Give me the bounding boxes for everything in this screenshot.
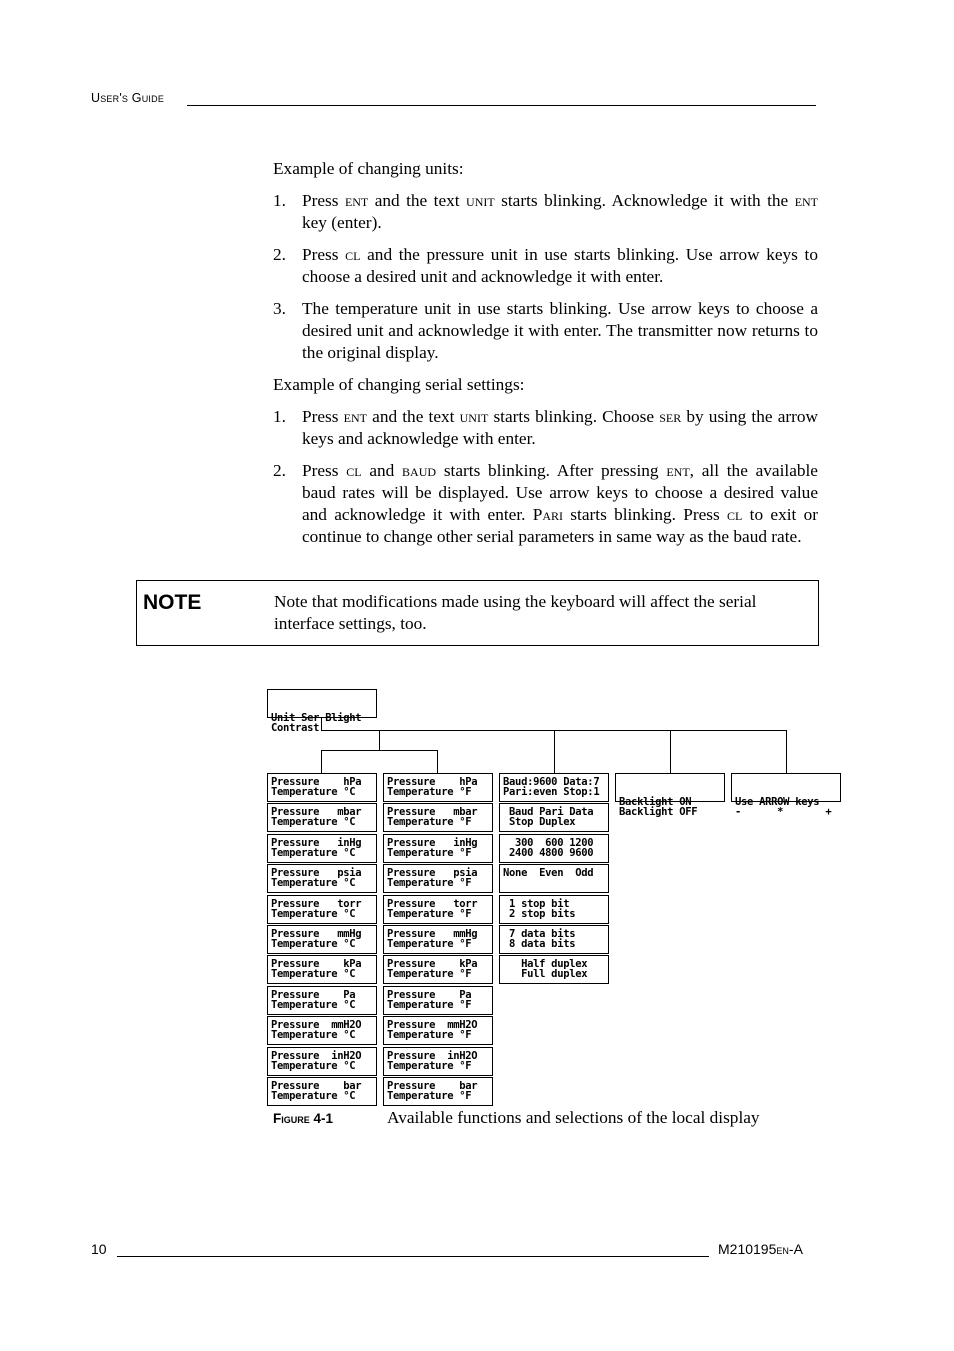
figure-caption-text: Available functions and selections of th…	[387, 1108, 760, 1127]
step-number: 2.	[273, 245, 286, 264]
figure-caption-label: Figure 4-1	[273, 1111, 334, 1126]
lcd-unit-fahrenheit: Pressure mmHg Temperature °F	[383, 925, 493, 954]
key-unit: UNIT	[459, 407, 489, 426]
key-ent: ENT	[343, 407, 367, 426]
lcd-unit-fahrenheit: Pressure hPa Temperature °F	[383, 773, 493, 802]
note-text: Note that modifications made using the k…	[274, 592, 757, 633]
lcd-unit-fahrenheit: Pressure Pa Temperature °F	[383, 986, 493, 1015]
key-ent: ENT	[666, 461, 690, 480]
lcd-serial: Half duplex Full duplex	[499, 955, 609, 984]
key-cl: CL	[346, 461, 362, 480]
serial-intro: Example of changing serial settings:	[273, 375, 525, 394]
lcd-serial: 7 data bits 8 data bits	[499, 925, 609, 954]
footer-rule	[117, 1256, 709, 1257]
lcd-unit-fahrenheit: Pressure psia Temperature °F	[383, 864, 493, 893]
lcd-unit-celsius: Pressure hPa Temperature °C	[267, 773, 377, 802]
step-text: Press ENT and the text UNIT starts blink…	[302, 191, 819, 232]
key-ent: ENT	[344, 191, 369, 210]
lcd-unit-celsius: Pressure bar Temperature °C	[267, 1077, 377, 1106]
page-number: 10	[91, 1241, 107, 1257]
lcd-unit-celsius: Pressure torr Temperature °C	[267, 895, 377, 924]
lcd-unit-fahrenheit: Pressure bar Temperature °F	[383, 1077, 493, 1106]
lcd-contrast: Use ARROW keys - * +	[731, 773, 841, 817]
lcd-unit-celsius: Pressure kPa Temperature °C	[267, 955, 377, 984]
lcd-unit-celsius: Pressure psia Temperature °C	[267, 864, 377, 893]
lcd-unit-celsius: Pressure Pa Temperature °C	[267, 986, 377, 1015]
lcd-unit-fahrenheit: Pressure torr Temperature °F	[383, 895, 493, 924]
step-number: 1.	[273, 191, 286, 210]
lcd-serial: None Even Odd	[499, 864, 609, 893]
key-cl: CL	[345, 245, 361, 264]
step-text: The temperature unit in use starts blink…	[302, 299, 818, 362]
document-code: M210195EN-A	[718, 1241, 803, 1257]
lcd-unit-celsius: Pressure inH2O Temperature °C	[267, 1047, 377, 1076]
note-label: NOTE	[143, 591, 202, 614]
key-ent: ENT	[794, 191, 819, 210]
running-header-title: User's Guide	[91, 91, 165, 105]
step-text: Press ENT and the text UNIT starts blink…	[302, 407, 818, 448]
connector	[379, 730, 380, 750]
connector	[321, 750, 322, 773]
lcd-unit-fahrenheit: Pressure inH2O Temperature °F	[383, 1047, 493, 1076]
step-number: 1.	[273, 407, 286, 426]
lcd-serial: Baud Pari Data Stop Duplex	[499, 803, 609, 832]
running-header: User's Guide	[91, 91, 164, 105]
connector	[437, 750, 438, 773]
header-rule	[187, 105, 816, 106]
step-number: 3.	[273, 299, 286, 318]
lcd-unit-fahrenheit: Pressure mmH2O Temperature °F	[383, 1016, 493, 1045]
units-intro: Example of changing units:	[273, 159, 464, 178]
step-text: Press CL and the pressure unit in use st…	[302, 245, 818, 286]
lcd-unit-celsius: Pressure mmHg Temperature °C	[267, 925, 377, 954]
lcd-serial: Baud:9600 Data:7 Pari:even Stop:1	[499, 773, 609, 802]
lcd-unit-fahrenheit: Pressure kPa Temperature °F	[383, 955, 493, 984]
key-baud: BAUD	[402, 461, 437, 480]
step-text: Press CL and BAUD starts blinking. After…	[302, 461, 818, 546]
connector	[786, 730, 787, 773]
connector	[554, 730, 555, 773]
lcd-serial: 1 stop bit 2 stop bits	[499, 895, 609, 924]
lcd-root-menu: Unit Ser Blight Contrast	[267, 689, 377, 733]
key-cl: CL	[727, 505, 743, 524]
lcd-unit-celsius: Pressure inHg Temperature °C	[267, 834, 377, 863]
connector	[670, 730, 671, 773]
note-box: NOTE Note that modifications made using …	[136, 580, 819, 646]
step-number: 2.	[273, 461, 286, 480]
lcd-unit-celsius: Pressure mbar Temperature °C	[267, 803, 377, 832]
lcd-unit-celsius: Pressure mmH2O Temperature °C	[267, 1016, 377, 1045]
key-ser: SER	[659, 407, 682, 426]
key-unit: UNIT	[466, 191, 495, 210]
lcd-serial: 300 600 1200 2400 4800 9600	[499, 834, 609, 863]
lcd-backlight: Backlight ON Backlight OFF	[615, 773, 725, 817]
lcd-unit-fahrenheit: Pressure inHg Temperature °F	[383, 834, 493, 863]
key-pari: Pari	[532, 505, 564, 524]
lcd-unit-fahrenheit: Pressure mbar Temperature °F	[383, 803, 493, 832]
